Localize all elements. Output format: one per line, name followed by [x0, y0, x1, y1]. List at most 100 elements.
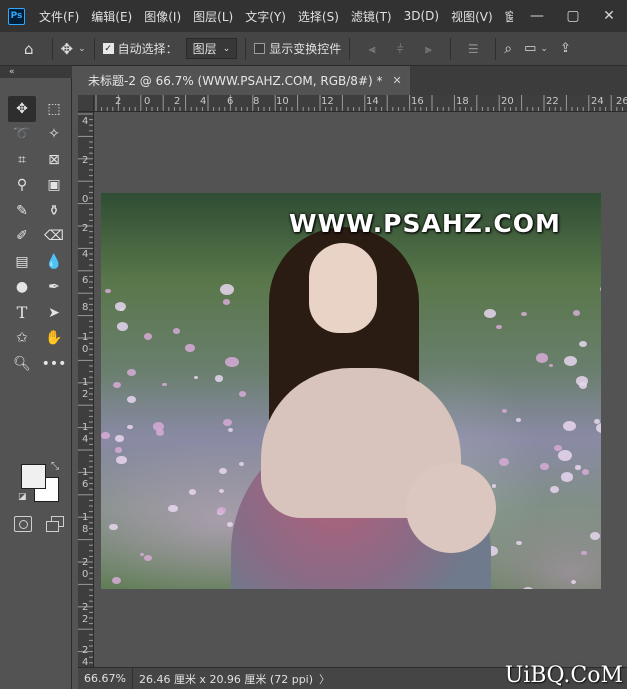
gradient-tool-icon[interactable]: ▤ [8, 249, 36, 275]
type-tool-icon[interactable]: T [8, 300, 36, 326]
swap-colors-icon[interactable]: ⤡ [51, 461, 59, 472]
ruler-label: 0 [144, 96, 151, 107]
menu-view[interactable]: 视图(V) [451, 8, 493, 25]
quick-mask-icon[interactable] [14, 516, 32, 532]
flower [127, 368, 136, 376]
foreground-color-swatch[interactable] [21, 464, 46, 489]
flower [521, 311, 527, 317]
patch-tool-icon[interactable]: ▣ [40, 173, 68, 199]
color-swatches: ⤡ ◪ [18, 461, 64, 510]
ruler-origin[interactable] [78, 95, 94, 112]
flower [502, 409, 508, 413]
zoom-level-field[interactable]: 66.67% [78, 667, 133, 689]
marquee-tool-icon[interactable]: ⬚ [40, 96, 68, 122]
site-watermark: UiBQ.CoM [504, 663, 623, 688]
menu-bar: Ps 文件(F) 编辑(E) 图像(I) 图层(L) 文字(Y) 选择(S) 滤… [0, 0, 627, 32]
flower [561, 472, 574, 482]
flower [516, 541, 522, 546]
home-icon[interactable]: ⌂ [24, 40, 34, 58]
divider [93, 37, 95, 60]
ruler-label: 2 [82, 645, 89, 656]
align-right-icon[interactable]: ⫸ [421, 42, 435, 56]
status-menu-arrow-icon[interactable]: 〉 [319, 671, 330, 687]
share-icon[interactable]: ⇪ [560, 41, 571, 56]
move-tool-icon[interactable]: ✥ [8, 96, 36, 122]
stamp-tool-icon[interactable]: ⚱ [40, 198, 68, 224]
photoshop-logo-icon: Ps [8, 7, 25, 25]
chevron-down-icon[interactable]: ⌄ [540, 44, 548, 54]
flower [126, 395, 136, 403]
magic-wand-tool-icon[interactable]: ✧ [40, 122, 68, 148]
chevron-down-icon[interactable]: ⌄ [78, 44, 86, 54]
flower [115, 455, 127, 465]
flower [563, 420, 576, 431]
auto-select-checkbox[interactable]: ✓ [102, 43, 114, 54]
show-transform-checkbox[interactable] [254, 43, 266, 54]
flower [115, 447, 123, 453]
blur-tool-icon[interactable]: 💧 [40, 249, 68, 275]
document-canvas-image[interactable]: WWW.PSAHZ.COM [101, 193, 601, 589]
align-left-icon[interactable]: ⫷ [365, 42, 379, 56]
flower [114, 301, 127, 311]
ruler-label: 2 [115, 96, 122, 107]
window-controls: — ▢ ✕ [513, 0, 627, 32]
eyedropper-tool-icon[interactable]: ⚲ [8, 173, 36, 199]
dodge-tool-icon[interactable]: ● [8, 275, 36, 301]
menu-select[interactable]: 选择(S) [298, 8, 339, 25]
chevron-down-icon: ⌄ [222, 43, 231, 54]
horizontal-ruler[interactable]: 2 0 2 4 6 8 10 12 14 16 18 20 22 24 26 [94, 95, 627, 112]
ruler-label: 2 [174, 96, 181, 107]
close-button[interactable]: ✕ [591, 8, 627, 24]
menu-type[interactable]: 文字(Y) [245, 8, 286, 25]
frame-tool-icon[interactable]: ⊠ [40, 147, 68, 173]
history-brush-tool-icon[interactable]: ✐ [8, 224, 36, 250]
move-tool-preset-icon[interactable]: ✥ [61, 40, 74, 58]
lasso-tool-icon[interactable]: ➰ [8, 122, 36, 148]
flower [550, 485, 560, 493]
flower [540, 463, 549, 470]
distribute-icon[interactable]: ☰ [466, 42, 480, 56]
auto-select-label: 自动选择： [117, 42, 178, 56]
ruler-label: 1 [82, 467, 89, 478]
eraser-tool-icon[interactable]: ⌫ [40, 224, 68, 250]
pen-tool-icon[interactable]: ✒ [40, 275, 68, 301]
search-icon[interactable]: ⌕ [504, 41, 512, 57]
menu-edit[interactable]: 编辑(E) [91, 8, 132, 25]
restore-button[interactable]: ▢ [555, 8, 591, 24]
document-tab[interactable]: 未标题-2 @ 66.7% (WWW.PSAHZ.COM, RGB/8#) * … [78, 66, 410, 95]
hand-tool-icon[interactable]: ✋ [40, 326, 68, 352]
flower [564, 356, 577, 367]
ruler-label: 20 [501, 96, 514, 107]
menu-image[interactable]: 图像(I) [144, 8, 181, 25]
tools-panel: ✥ ⬚ ➰ ✧ ⌗ ⊠ ⚲ ▣ ✎ ⚱ ✐ ⌫ ▤ 💧 ● ✒ T ➤ ✩ ✋ … [0, 78, 72, 689]
flower [549, 363, 554, 368]
flower [225, 356, 239, 368]
minimize-button[interactable]: — [519, 8, 555, 24]
close-tab-icon[interactable]: ✕ [393, 74, 402, 87]
ruler-label: 22 [546, 96, 559, 107]
path-selection-tool-icon[interactable]: ➤ [40, 300, 68, 326]
auto-select-target-dropdown[interactable]: 图层 ⌄ [185, 38, 238, 59]
ruler-label: 14 [366, 96, 379, 107]
shape-tool-icon[interactable]: ✩ [8, 326, 36, 352]
ruler-label: 4 [82, 116, 89, 127]
vertical-ruler[interactable]: 4 2 0 2 4 6 8 1 0 1 2 1 4 1 6 1 8 2 0 2 … [78, 112, 94, 667]
align-center-icon[interactable]: ⫩ [393, 42, 407, 56]
menu-layer[interactable]: 图层(L) [193, 8, 233, 25]
flower [575, 465, 581, 470]
workspace-icon[interactable]: ▭ [524, 41, 536, 56]
brush-tool-icon[interactable]: ✎ [8, 198, 36, 224]
ruler-label: 1 [82, 512, 89, 523]
panel-collapse-button[interactable]: « [0, 66, 72, 78]
ruler-label: 1 [82, 332, 89, 343]
flower [220, 284, 235, 296]
menu-file[interactable]: 文件(F) [39, 8, 79, 25]
menu-3d[interactable]: 3D(D) [404, 9, 439, 23]
menu-filter[interactable]: 滤镜(T) [351, 8, 392, 25]
divider [495, 37, 497, 60]
crop-tool-icon[interactable]: ⌗ [8, 147, 36, 173]
screen-mode-icon[interactable] [46, 516, 64, 532]
more-tools-icon[interactable]: ••• [40, 351, 68, 377]
default-colors-icon[interactable]: ◪ [18, 492, 27, 502]
zoom-tool-icon[interactable]: 🔍︎ [8, 351, 36, 377]
